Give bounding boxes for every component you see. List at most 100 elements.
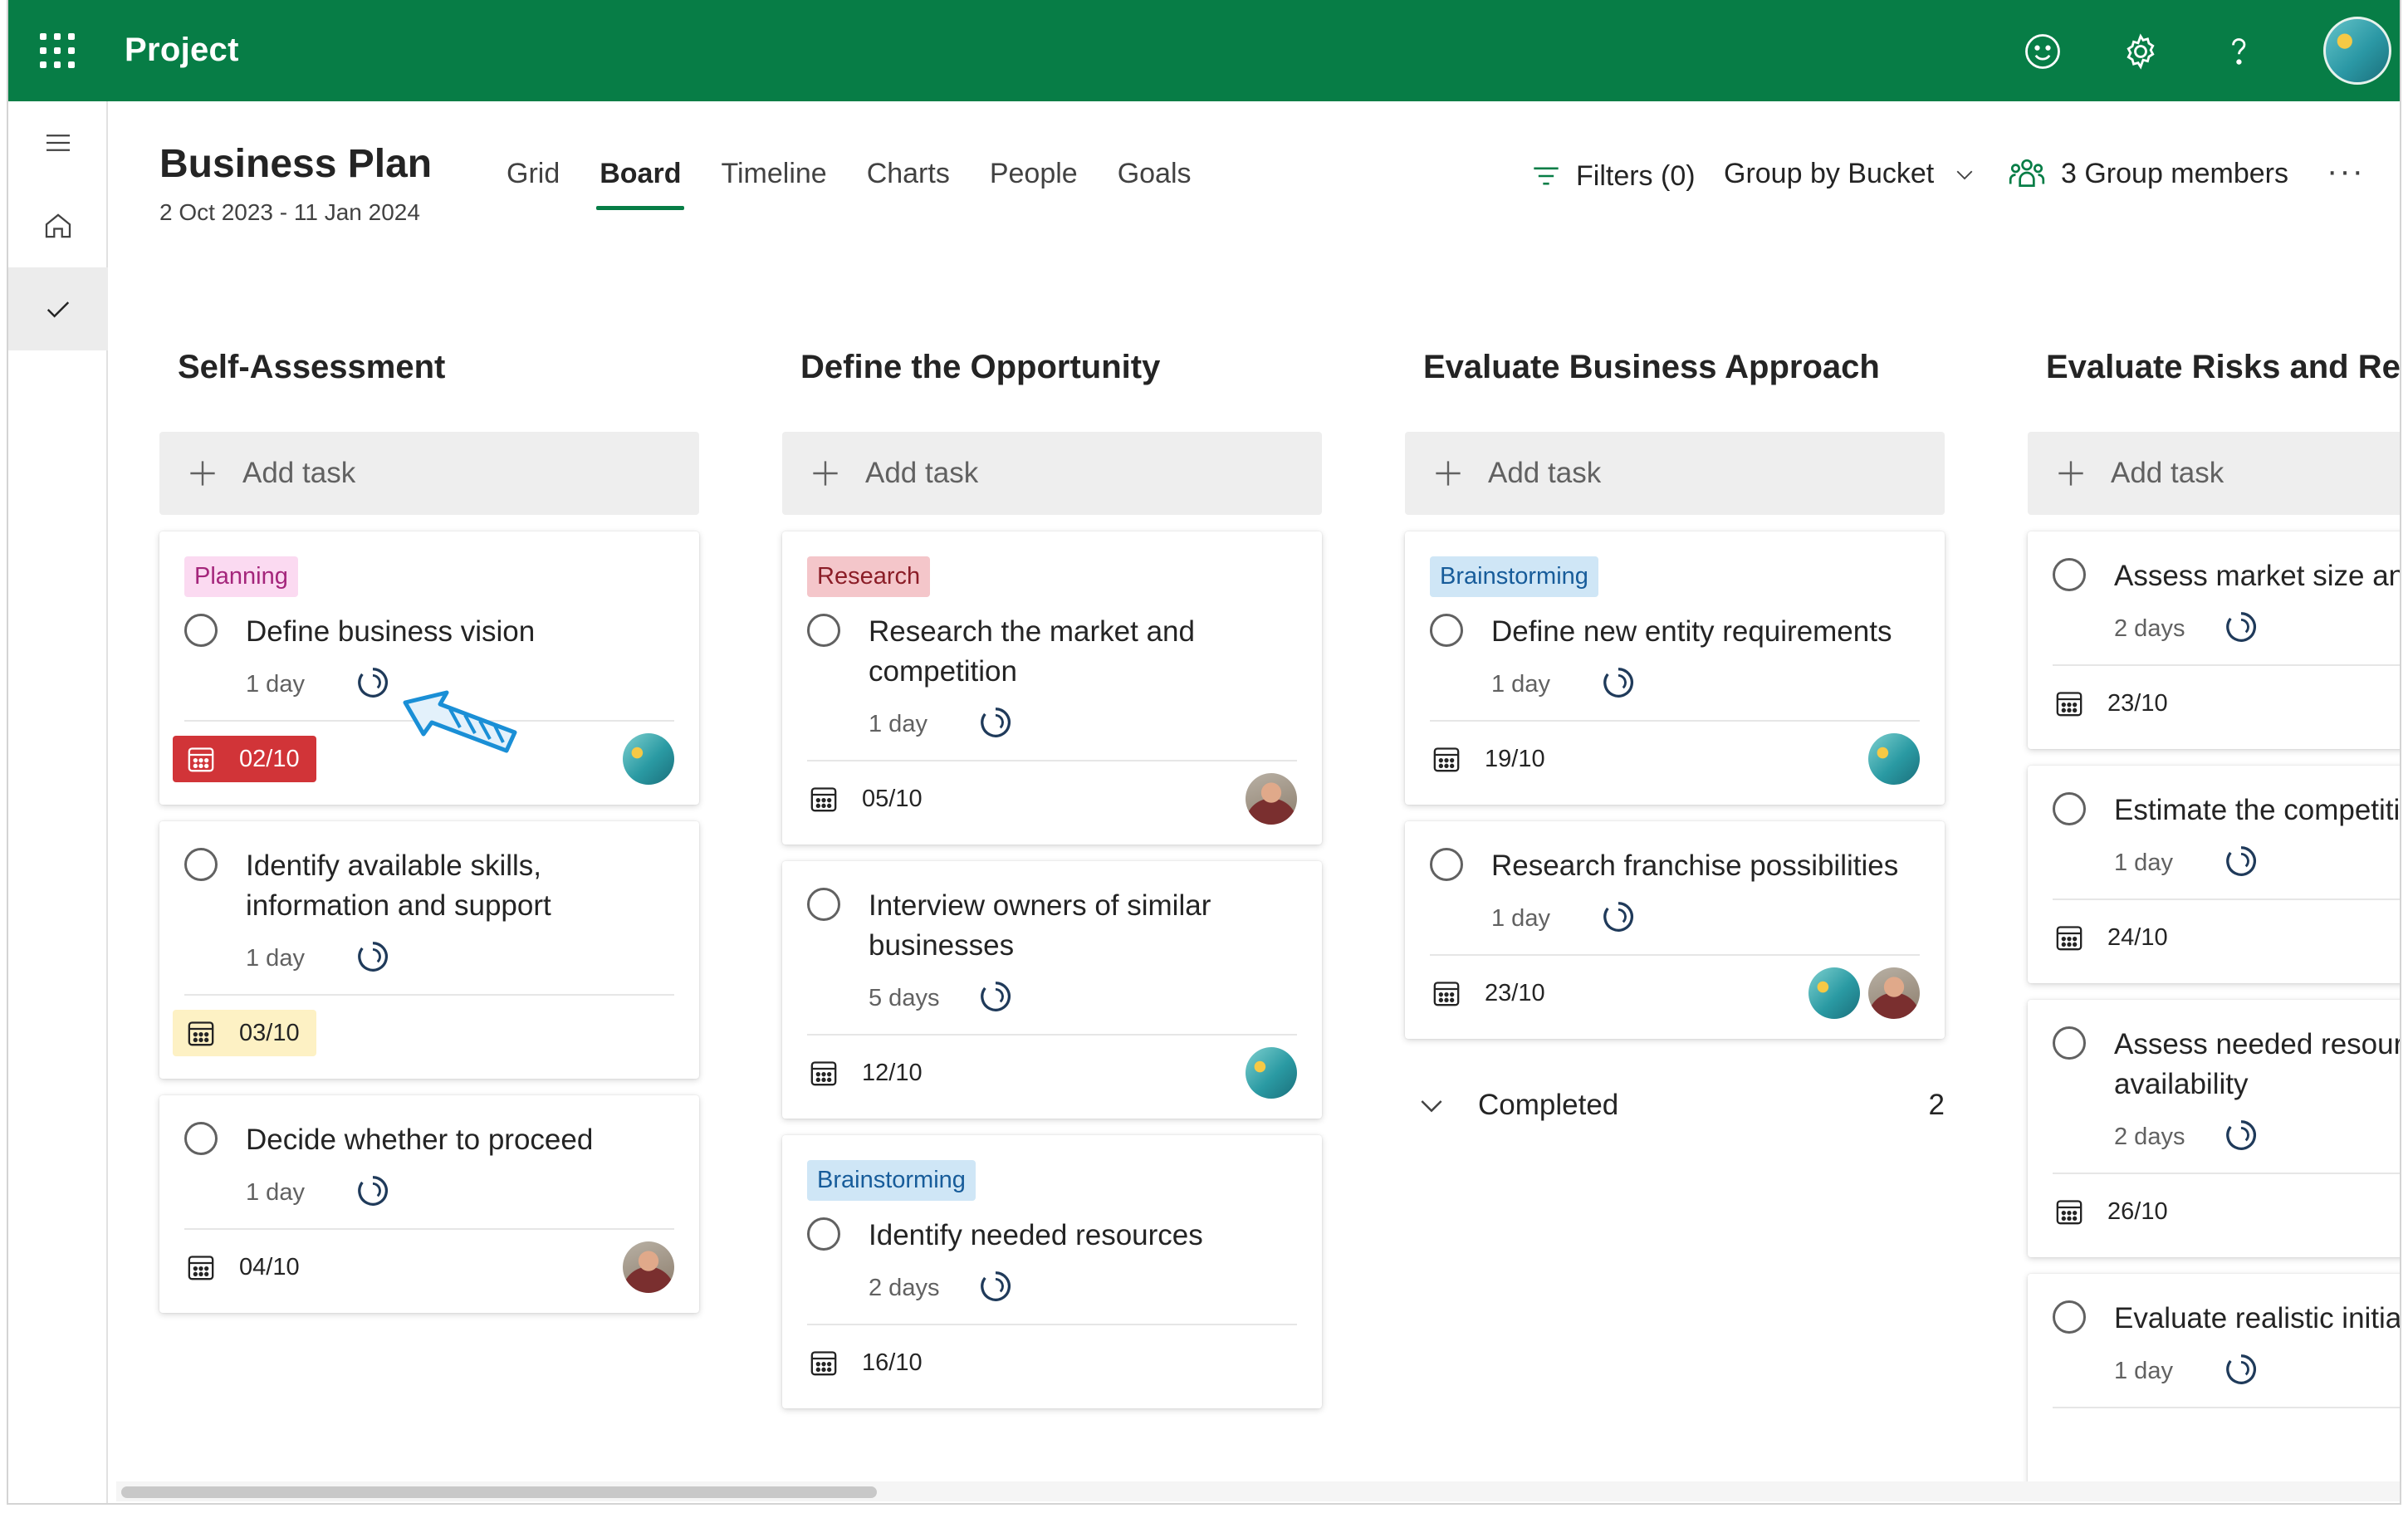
complete-task-checkbox[interactable] <box>1430 614 1463 647</box>
assignee-avatar[interactable] <box>1246 773 1297 825</box>
due-date-badge[interactable]: 24/10 <box>2053 916 2178 959</box>
in-progress-icon[interactable] <box>976 977 1015 1020</box>
task-card[interactable]: Evaluate realistic initial share 1 day <box>2028 1274 2400 1491</box>
completed-section-toggle[interactable]: Completed 2 <box>1405 1089 1945 1122</box>
task-name[interactable]: Research the market and competition <box>869 612 1297 692</box>
task-duration: 1 day <box>246 944 305 972</box>
task-card[interactable]: Estimate the competiti 1 day 24/10 <box>2028 766 2400 983</box>
task-card[interactable]: Brainstorming Define new entity requireme… <box>1405 531 1945 805</box>
assignee-avatar[interactable] <box>1808 967 1860 1019</box>
in-progress-icon[interactable] <box>2222 1116 2260 1158</box>
bucket-title[interactable]: Evaluate Risks and Rewa <box>2046 349 2400 400</box>
bucket-title[interactable]: Define the Opportunity <box>800 349 1322 400</box>
group-members-button[interactable]: 3 Group members <box>2006 153 2288 194</box>
task-card[interactable]: Research Research the market and competit… <box>782 531 1322 845</box>
in-progress-icon[interactable] <box>354 663 392 706</box>
bucket-title[interactable]: Evaluate Business Approach <box>1423 349 1945 400</box>
complete-task-checkbox[interactable] <box>807 614 840 647</box>
due-date-text: 02/10 <box>239 745 300 772</box>
tab-grid[interactable]: Grid <box>507 158 560 205</box>
task-name[interactable]: Define new entity requirements <box>1491 612 1892 652</box>
complete-task-checkbox[interactable] <box>2053 1026 2086 1060</box>
tab-goals[interactable]: Goals <box>1118 158 1192 205</box>
task-name[interactable]: Evaluate realistic initial share <box>2114 1299 2400 1339</box>
add-task-button[interactable]: Add task <box>159 432 699 515</box>
due-date-badge[interactable]: 05/10 <box>807 777 932 820</box>
complete-task-checkbox[interactable] <box>184 614 218 647</box>
in-progress-icon[interactable] <box>976 703 1015 746</box>
complete-task-checkbox[interactable] <box>2053 1300 2086 1334</box>
assignee-avatar[interactable] <box>623 1241 674 1293</box>
assignee-avatar[interactable] <box>1868 967 1920 1019</box>
task-card[interactable]: Assess market size and 2 days 23/10 <box>2028 531 2400 749</box>
assignee-avatar[interactable] <box>1246 1047 1297 1099</box>
in-progress-icon[interactable] <box>354 1172 392 1214</box>
smiley-feedback-icon[interactable] <box>2021 30 2064 73</box>
add-task-button[interactable]: Add task <box>782 432 1322 515</box>
complete-task-checkbox[interactable] <box>1430 848 1463 881</box>
tab-people[interactable]: People <box>990 158 1078 205</box>
app-launcher-icon[interactable] <box>40 33 75 68</box>
task-name[interactable]: Assess market size and <box>2114 556 2400 596</box>
tab-board[interactable]: Board <box>596 158 685 210</box>
task-name[interactable]: Identify available skills, information a… <box>246 846 674 926</box>
user-avatar[interactable] <box>2323 17 2391 85</box>
in-progress-icon[interactable] <box>354 938 392 980</box>
complete-task-checkbox[interactable] <box>184 848 218 881</box>
complete-task-checkbox[interactable] <box>807 888 840 921</box>
scrollbar-thumb[interactable] <box>121 1486 877 1498</box>
in-progress-icon[interactable] <box>2222 842 2260 884</box>
task-name[interactable]: Define business vision <box>246 612 535 652</box>
gear-icon[interactable] <box>2119 30 2162 73</box>
task-meta: 1 day <box>869 703 1297 745</box>
in-progress-icon[interactable] <box>1599 898 1637 940</box>
assignee-avatar[interactable] <box>1868 733 1920 785</box>
due-date-badge[interactable]: 26/10 <box>2053 1190 2178 1233</box>
task-card[interactable]: Assess needed resourc availability 2 days… <box>2028 1000 2400 1257</box>
assignee-avatar[interactable] <box>623 733 674 785</box>
task-card[interactable]: Planning Define business vision 1 day 02/10 <box>159 531 699 805</box>
due-date-badge[interactable]: 12/10 <box>807 1051 932 1094</box>
bucket-title[interactable]: Self-Assessment <box>178 349 699 400</box>
in-progress-icon[interactable] <box>1599 663 1637 706</box>
due-date-badge[interactable]: 23/10 <box>1430 972 1555 1015</box>
complete-task-checkbox[interactable] <box>2053 792 2086 825</box>
help-icon[interactable] <box>2217 30 2260 73</box>
horizontal-scrollbar[interactable] <box>116 1481 2400 1501</box>
task-card[interactable]: Interview owners of similar businesses 5 … <box>782 861 1322 1119</box>
task-card[interactable]: Brainstorming Identify needed resources 2 … <box>782 1135 1322 1408</box>
in-progress-icon[interactable] <box>2222 1350 2260 1393</box>
task-card[interactable]: Decide whether to proceed 1 day 04/10 <box>159 1095 699 1313</box>
task-name[interactable]: Interview owners of similar businesses <box>869 886 1297 966</box>
filters-button[interactable]: Filters (0) <box>1528 158 1696 194</box>
task-name[interactable]: Estimate the competiti <box>2114 791 2400 830</box>
due-date-badge[interactable]: 16/10 <box>807 1341 932 1384</box>
add-task-button[interactable]: Add task <box>1405 432 1945 515</box>
complete-task-checkbox[interactable] <box>2053 558 2086 591</box>
in-progress-icon[interactable] <box>2222 608 2260 650</box>
due-date-badge[interactable]: 02/10 <box>173 736 316 782</box>
tab-timeline[interactable]: Timeline <box>721 158 826 205</box>
more-options-button[interactable]: ··· <box>2327 153 2365 190</box>
complete-task-checkbox[interactable] <box>807 1217 840 1251</box>
due-date-badge[interactable]: 23/10 <box>2053 682 2178 725</box>
task-name[interactable]: Identify needed resources <box>869 1216 1203 1256</box>
complete-task-checkbox[interactable] <box>184 1122 218 1155</box>
home-icon[interactable] <box>8 184 108 267</box>
menu-icon[interactable] <box>8 101 108 184</box>
task-card[interactable]: Identify available skills, information a… <box>159 821 699 1079</box>
task-name[interactable]: Research franchise possibilities <box>1491 846 1898 886</box>
task-title-row: Interview owners of similar businesses <box>807 886 1297 966</box>
check-icon[interactable] <box>8 267 108 350</box>
in-progress-icon[interactable] <box>976 1267 1015 1310</box>
app-name[interactable]: Project <box>125 32 239 69</box>
task-name[interactable]: Decide whether to proceed <box>246 1120 593 1160</box>
due-date-badge[interactable]: 04/10 <box>184 1246 310 1289</box>
add-task-button[interactable]: Add task <box>2028 432 2400 515</box>
tab-charts[interactable]: Charts <box>867 158 950 205</box>
due-date-badge[interactable]: 19/10 <box>1430 737 1555 781</box>
group-by-dropdown[interactable]: Group by Bucket <box>1724 158 1977 190</box>
task-card[interactable]: Research franchise possibilities 1 day 23/… <box>1405 821 1945 1039</box>
due-date-badge[interactable]: 03/10 <box>173 1010 316 1056</box>
task-name[interactable]: Assess needed resourc availability <box>2114 1025 2400 1104</box>
